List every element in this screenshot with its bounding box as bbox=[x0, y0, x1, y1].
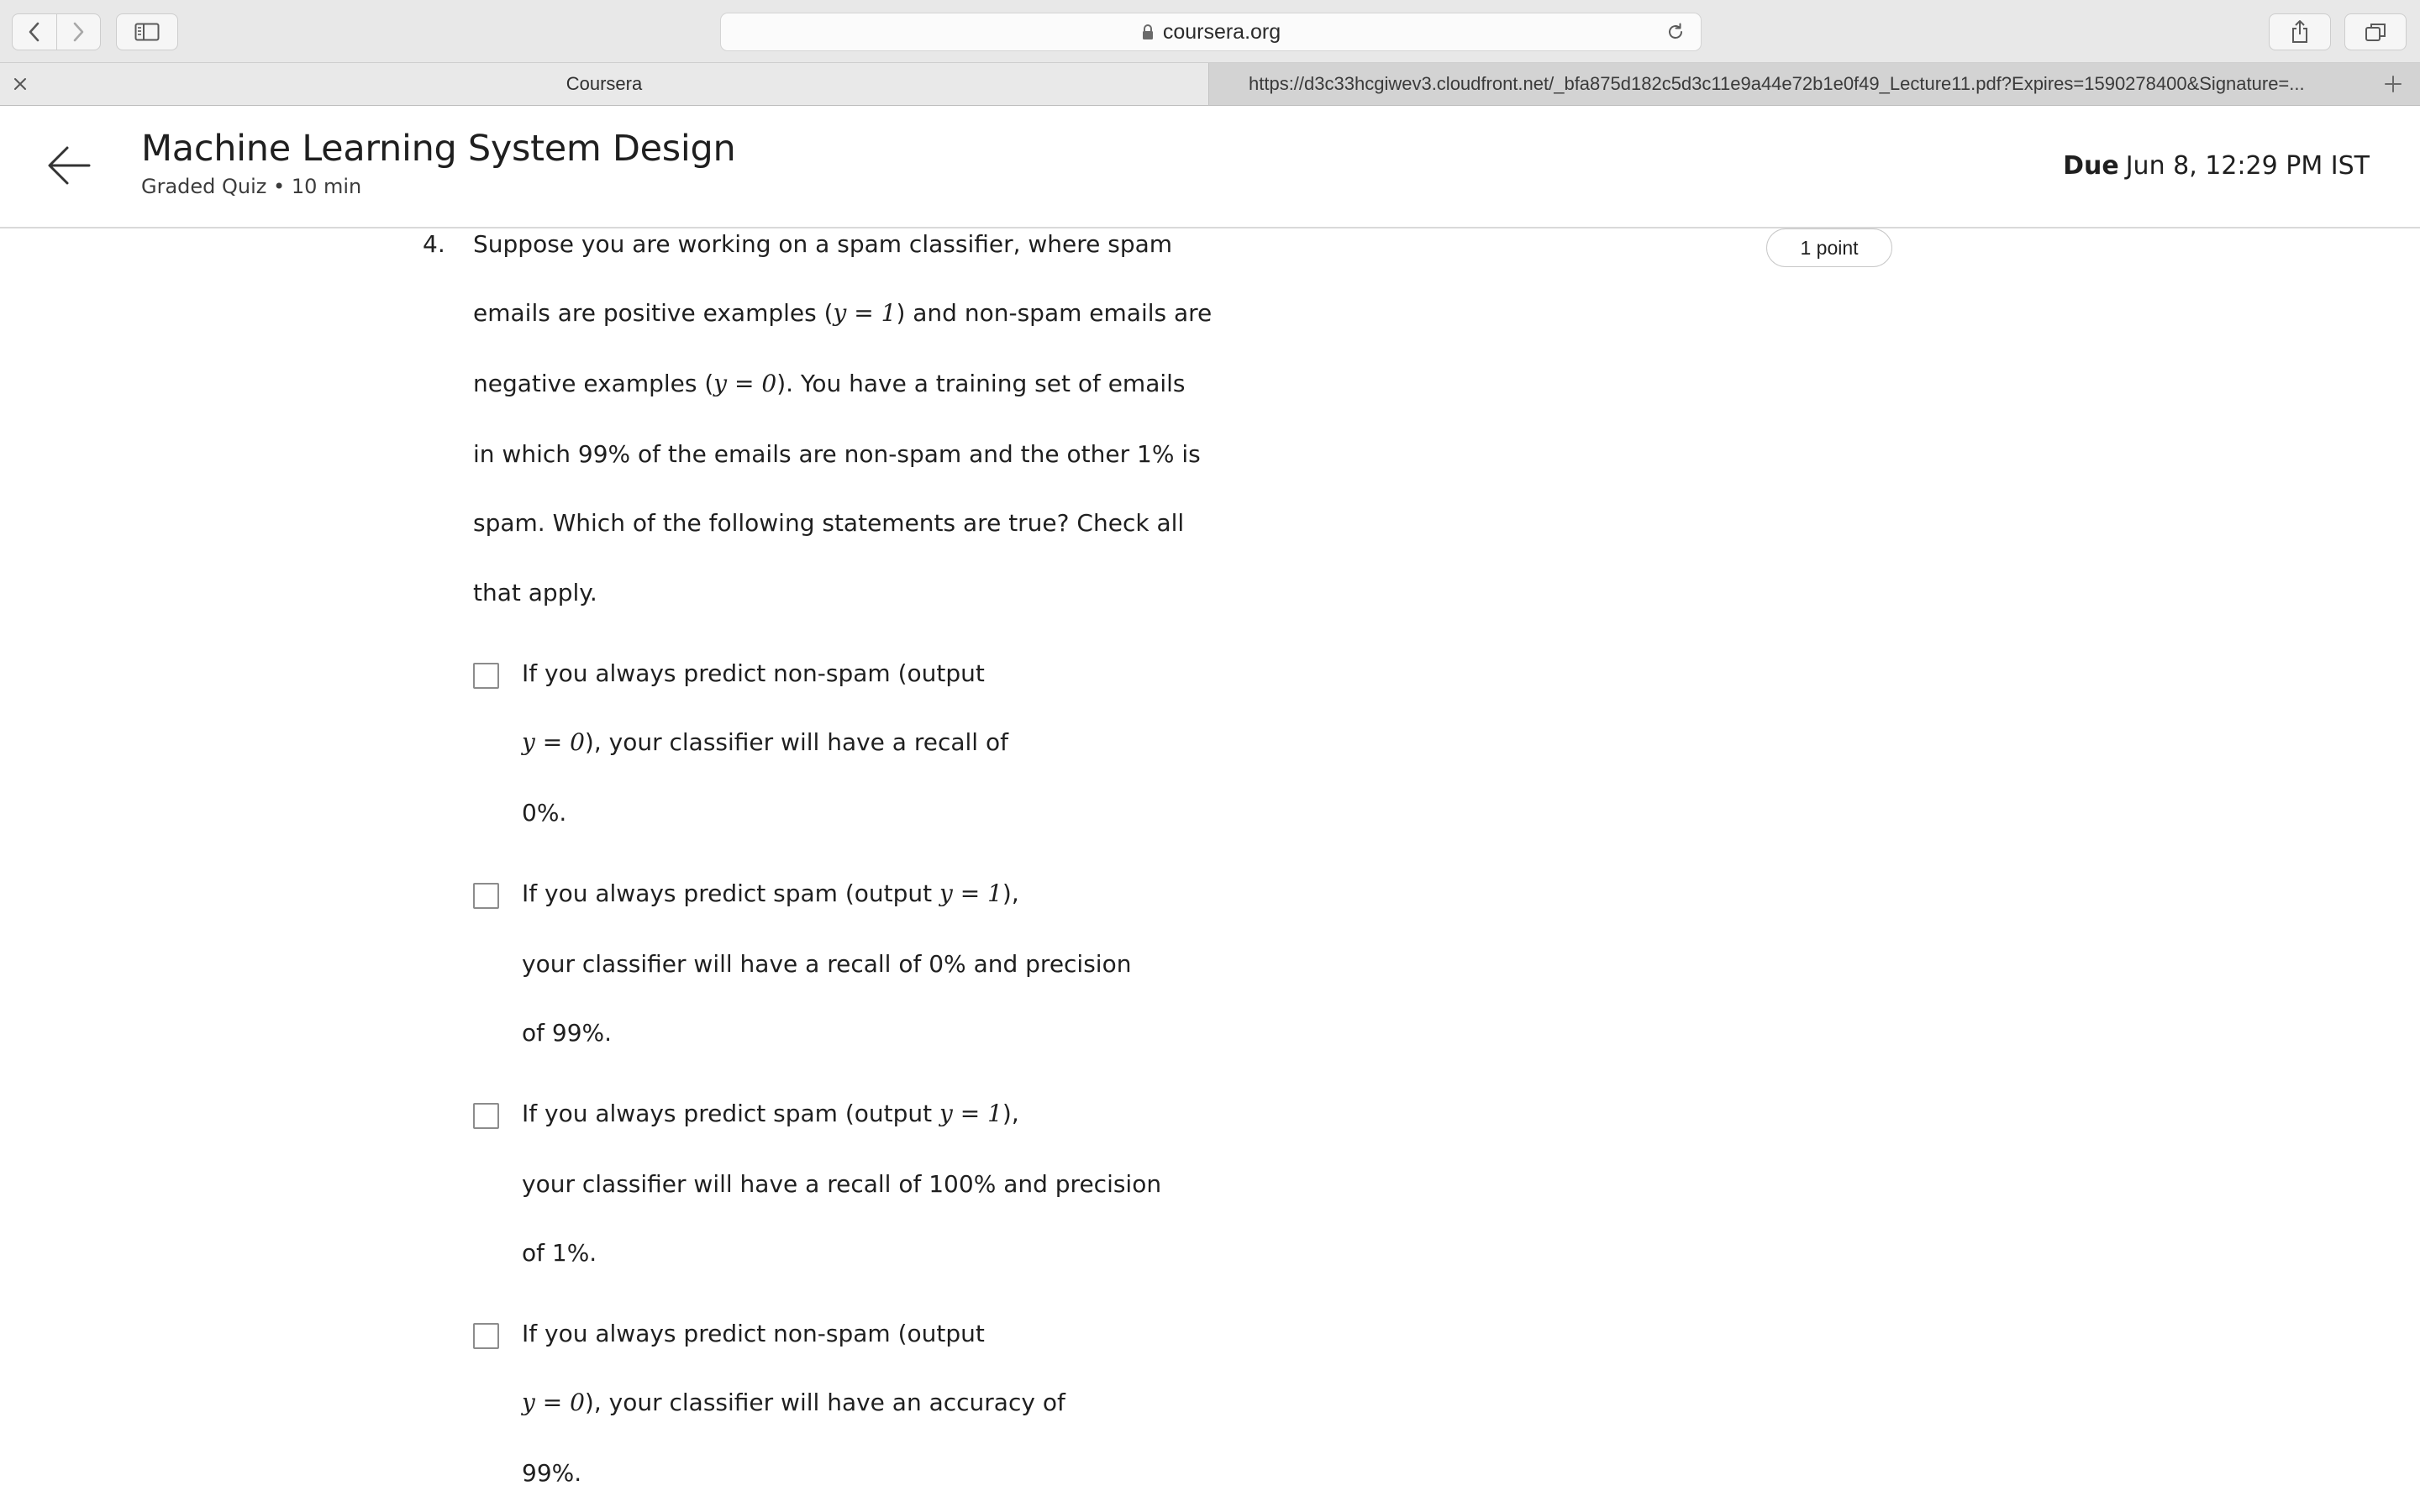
question-text-line: that apply. bbox=[473, 579, 597, 606]
option-text-line: 0%. bbox=[522, 799, 567, 827]
text-part: If you always predict spam (output bbox=[522, 1100, 940, 1127]
option-text-line: your classifier will have a recall of 10… bbox=[522, 1170, 1162, 1198]
math-expression: y = 1 bbox=[939, 1100, 1002, 1127]
address-center: coursera.org bbox=[721, 13, 1701, 50]
option-checkbox[interactable] bbox=[473, 1323, 499, 1349]
forward-button[interactable] bbox=[55, 14, 101, 50]
option-text-line: 99%. bbox=[522, 1459, 582, 1487]
nav-buttons bbox=[12, 13, 101, 50]
text-part: emails are positive examples ( bbox=[473, 299, 834, 327]
tab-coursera[interactable]: Coursera bbox=[0, 63, 1209, 105]
address-text: coursera.org bbox=[1162, 19, 1281, 44]
arrow-left-icon bbox=[48, 146, 91, 185]
quiz-header: Machine Learning System Design Graded Qu… bbox=[0, 106, 2420, 228]
question-text-line: in which 99% of the emails are non-spam … bbox=[473, 440, 1201, 468]
option-text-line: y = 0), your classifier will have an acc… bbox=[522, 1389, 1065, 1416]
tabs-overview-button[interactable] bbox=[2344, 13, 2407, 50]
text-part: ), bbox=[1002, 879, 1019, 907]
question-text-line: negative examples (y = 0). You have a tr… bbox=[473, 370, 1186, 397]
question-text-line: spam. Which of the following statements … bbox=[473, 509, 1185, 537]
reload-button[interactable] bbox=[1665, 22, 1686, 45]
option-text-line: y = 0), your classifier will have a reca… bbox=[522, 728, 1008, 756]
lock-icon bbox=[1142, 24, 1153, 39]
address-bar[interactable]: coursera.org bbox=[720, 13, 1702, 51]
option-checkbox[interactable] bbox=[473, 1103, 499, 1129]
due-label: Due bbox=[2063, 151, 2119, 181]
back-icon bbox=[29, 22, 39, 42]
text-part: ), your classifier will have a recall of bbox=[584, 728, 1008, 756]
tabs-overview-icon bbox=[2365, 24, 2386, 41]
text-part: ). You have a training set of emails bbox=[776, 370, 1186, 397]
share-button[interactable] bbox=[2269, 13, 2331, 50]
page-subtitle: Graded Quiz • 10 min bbox=[141, 175, 362, 198]
math-expression: y = 1 bbox=[833, 299, 897, 327]
option-text-line: If you always predict spam (output y = 1… bbox=[522, 1100, 1019, 1127]
text-part: If you always predict spam (output bbox=[522, 879, 940, 907]
option-text-line: of 99%. bbox=[522, 1019, 613, 1047]
option-text-line: your classifier will have a recall of 0%… bbox=[522, 950, 1132, 978]
page-title: Machine Learning System Design bbox=[141, 128, 736, 170]
sidebar-toggle-button[interactable] bbox=[116, 13, 178, 50]
option-text-line: If you always predict spam (output y = 1… bbox=[522, 879, 1019, 907]
option-text-line: If you always predict non-spam (output bbox=[522, 1320, 985, 1347]
browser-toolbar: coursera.org bbox=[0, 0, 2420, 63]
text-part: ), bbox=[1002, 1100, 1019, 1127]
close-tab-icon bbox=[14, 78, 26, 90]
tab-lecture-pdf[interactable]: https://d3c33hcgiwev3.cloudfront.net/_bf… bbox=[1209, 63, 2369, 105]
text-part: negative examples ( bbox=[473, 370, 714, 397]
forward-icon bbox=[73, 22, 84, 42]
math-expression: y = 0 bbox=[522, 1389, 585, 1416]
math-expression: y = 0 bbox=[522, 728, 585, 756]
back-button[interactable] bbox=[13, 14, 56, 50]
option-checkbox[interactable] bbox=[473, 883, 499, 909]
math-expression: y = 1 bbox=[939, 879, 1002, 907]
tab-strip: Coursera https://d3c33hcgiwev3.cloudfron… bbox=[0, 63, 2420, 106]
option-text-line: of 1%. bbox=[522, 1239, 597, 1267]
math-expression: y = 0 bbox=[713, 370, 777, 397]
due-date: Due Jun 8, 12:29 PM IST bbox=[2063, 151, 2370, 181]
new-tab-icon bbox=[2385, 76, 2402, 92]
sidebar-icon bbox=[134, 23, 160, 41]
text-part: ) and non-spam emails are bbox=[896, 299, 1213, 327]
tab-title: https://d3c33hcgiwev3.cloudfront.net/_bf… bbox=[1249, 73, 2305, 94]
reload-icon bbox=[1669, 23, 1682, 39]
due-value: Jun 8, 12:29 PM IST bbox=[2125, 151, 2370, 181]
option-text-line: If you always predict non-spam (output bbox=[522, 659, 985, 687]
new-tab-button[interactable] bbox=[2383, 74, 2403, 97]
text-part: ), your classifier will have an accuracy… bbox=[584, 1389, 1065, 1416]
close-tab-button[interactable] bbox=[12, 76, 29, 96]
tab-title: Coursera bbox=[566, 73, 643, 94]
question-number: 4. bbox=[423, 230, 445, 258]
option-checkbox[interactable] bbox=[473, 663, 499, 689]
question-text-line: Suppose you are working on a spam classi… bbox=[473, 230, 1173, 258]
question-text-line: emails are positive examples (y = 1) and… bbox=[473, 299, 1212, 327]
back-link[interactable] bbox=[47, 144, 91, 190]
share-icon bbox=[2292, 20, 2307, 43]
points-badge: 1 point bbox=[1766, 228, 1892, 267]
